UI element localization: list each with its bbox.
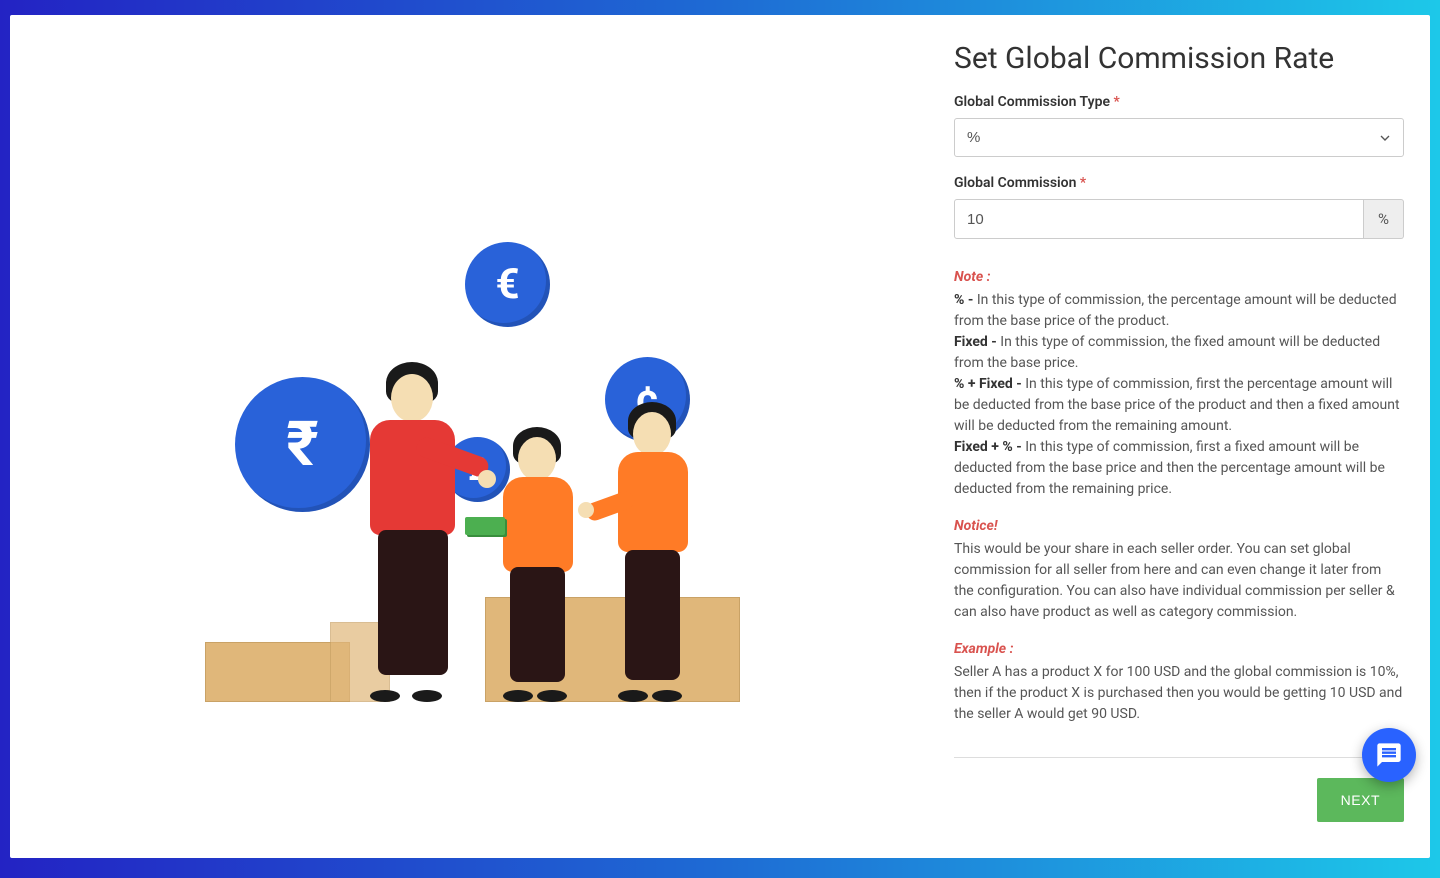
page-title: Set Global Commission Rate — [954, 41, 1404, 76]
note-percent-fixed: % + Fixed - In this type of commission, … — [954, 374, 1404, 437]
notice-text: This would be your share in each seller … — [954, 539, 1404, 623]
divider — [954, 757, 1404, 758]
note-fixed: Fixed - In this type of commission, the … — [954, 332, 1404, 374]
money-icon — [465, 517, 505, 535]
notice-header: Notice! — [954, 516, 1404, 537]
commission-type-select[interactable]: % — [954, 118, 1404, 157]
commission-label: Global Commission * — [954, 175, 1404, 191]
commission-input[interactable] — [954, 199, 1364, 239]
commission-illustration: € ₹ £ ¢ — [205, 162, 745, 702]
commission-addon: % — [1364, 199, 1404, 239]
next-button[interactable]: NEXT — [1317, 778, 1404, 822]
note-header: Note : — [954, 267, 1404, 288]
commission-type-label: Global Commission Type * — [954, 94, 1404, 110]
chat-widget-button[interactable] — [1362, 728, 1416, 782]
note-fixed-percent: Fixed + % - In this type of commission, … — [954, 437, 1404, 500]
chat-icon — [1375, 741, 1403, 769]
rupee-coin-icon: ₹ — [235, 377, 370, 512]
euro-coin-icon: € — [465, 242, 550, 327]
illustration-panel: € ₹ £ ¢ — [36, 41, 914, 822]
note-percent: % - In this type of commission, the perc… — [954, 290, 1404, 332]
example-text: Seller A has a product X for 100 USD and… — [954, 662, 1404, 725]
example-header: Example : — [954, 639, 1404, 660]
form-panel: Set Global Commission Rate Global Commis… — [954, 41, 1404, 822]
